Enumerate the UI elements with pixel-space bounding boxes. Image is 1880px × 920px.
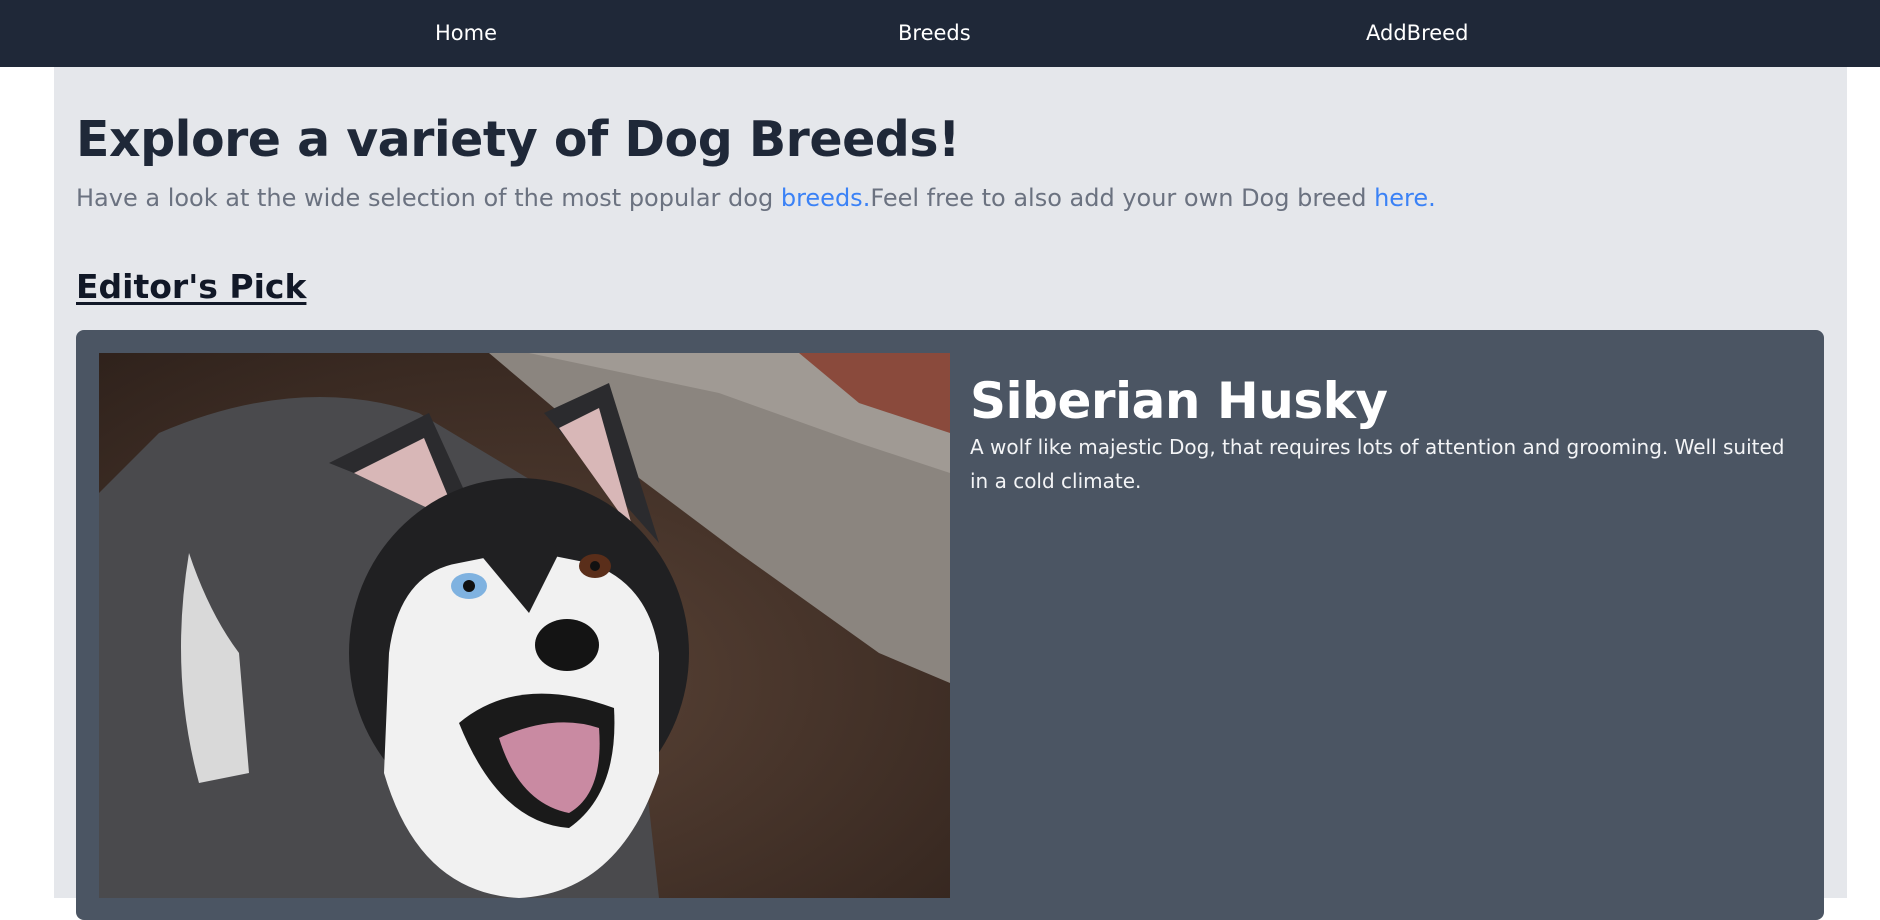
add-breed-here-link[interactable]: here. [1374, 184, 1436, 212]
hero-subtitle: Have a look at the wide selection of the… [76, 184, 1436, 212]
breed-name: Siberian Husky [970, 372, 1388, 430]
editors-pick-heading: Editor's Pick [76, 267, 307, 306]
page-title: Explore a variety of Dog Breeds! [76, 111, 960, 168]
husky-image [99, 353, 950, 898]
main-content: Explore a variety of Dog Breeds! Have a … [54, 67, 1847, 920]
breed-description: A wolf like majestic Dog, that requires … [970, 435, 1785, 493]
breeds-link[interactable]: breeds. [781, 184, 870, 212]
navbar: Home Breeds AddBreed [0, 0, 1880, 67]
editors-pick-card[interactable]: Siberian Husky A wolf like majestic Dog,… [76, 330, 1824, 920]
nav-link-breeds[interactable]: Breeds [898, 0, 971, 67]
subtitle-text-prefix: Have a look at the wide selection of the… [76, 184, 781, 212]
nav-link-home[interactable]: Home [435, 0, 497, 67]
nav-link-addbreed[interactable]: AddBreed [1366, 0, 1468, 67]
subtitle-text-middle: Feel free to also add your own Dog breed [870, 184, 1375, 212]
